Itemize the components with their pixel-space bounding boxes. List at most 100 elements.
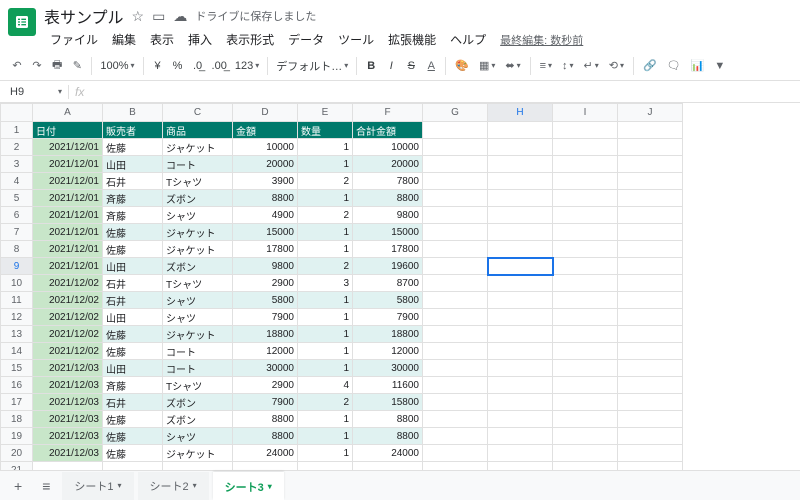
cell-C17[interactable]: ズボン	[163, 394, 233, 411]
cell-A10[interactable]: 2021/12/02	[33, 275, 103, 292]
cell-B20[interactable]: 佐藤	[103, 445, 163, 462]
cell-A5[interactable]: 2021/12/01	[33, 190, 103, 207]
cell-C10[interactable]: Tシャツ	[163, 275, 233, 292]
cell-J5[interactable]	[618, 190, 683, 207]
cell-I11[interactable]	[553, 292, 618, 309]
cell-I10[interactable]	[553, 275, 618, 292]
strike-button[interactable]: S	[402, 55, 420, 77]
cell-B6[interactable]: 斉藤	[103, 207, 163, 224]
cell-I18[interactable]	[553, 411, 618, 428]
cell-B12[interactable]: 山田	[103, 309, 163, 326]
comment-icon[interactable]: 🗨	[663, 55, 685, 77]
cell-C12[interactable]: シャツ	[163, 309, 233, 326]
cell-J4[interactable]	[618, 173, 683, 190]
cell-J1[interactable]	[618, 122, 683, 139]
cell-E2[interactable]: 1	[298, 139, 353, 156]
row-header[interactable]: 14	[1, 343, 33, 360]
cell-H2[interactable]	[488, 139, 553, 156]
cell-H11[interactable]	[488, 292, 553, 309]
cell-A2[interactable]: 2021/12/01	[33, 139, 103, 156]
sheet-tab[interactable]: シート3 ▾	[213, 472, 284, 500]
cell-A4[interactable]: 2021/12/01	[33, 173, 103, 190]
row-header[interactable]: 15	[1, 360, 33, 377]
cell-C2[interactable]: ジャケット	[163, 139, 233, 156]
italic-button[interactable]: I	[382, 55, 400, 77]
row-header[interactable]: 2	[1, 139, 33, 156]
cell-G9[interactable]	[423, 258, 488, 275]
cell-C1[interactable]: 商品	[163, 122, 233, 139]
cell-G6[interactable]	[423, 207, 488, 224]
col-header-D[interactable]: D	[233, 104, 298, 122]
cell-I6[interactable]	[553, 207, 618, 224]
cell-B19[interactable]: 佐藤	[103, 428, 163, 445]
cell-A20[interactable]: 2021/12/03	[33, 445, 103, 462]
cell-D6[interactable]: 4900	[233, 207, 298, 224]
cell-F9[interactable]: 19600	[353, 258, 423, 275]
cell-H4[interactable]	[488, 173, 553, 190]
link-icon[interactable]: 🔗	[639, 55, 661, 77]
cell-G18[interactable]	[423, 411, 488, 428]
cell-G4[interactable]	[423, 173, 488, 190]
menu-編集[interactable]: 編集	[106, 28, 142, 51]
rotate-icon[interactable]: ⟲	[605, 55, 628, 77]
cell-J2[interactable]	[618, 139, 683, 156]
cell-D20[interactable]: 24000	[233, 445, 298, 462]
row-header[interactable]: 5	[1, 190, 33, 207]
cell-E20[interactable]: 1	[298, 445, 353, 462]
cell-D12[interactable]: 7900	[233, 309, 298, 326]
menu-ファイル[interactable]: ファイル	[44, 28, 104, 51]
cell-J7[interactable]	[618, 224, 683, 241]
cell-H18[interactable]	[488, 411, 553, 428]
cell-I13[interactable]	[553, 326, 618, 343]
cell-D5[interactable]: 8800	[233, 190, 298, 207]
cell-G8[interactable]	[423, 241, 488, 258]
cell-I15[interactable]	[553, 360, 618, 377]
cell-J19[interactable]	[618, 428, 683, 445]
cell-G15[interactable]	[423, 360, 488, 377]
cell-F3[interactable]: 20000	[353, 156, 423, 173]
filter-icon[interactable]: ▼	[710, 55, 729, 77]
cell-H15[interactable]	[488, 360, 553, 377]
cell-G5[interactable]	[423, 190, 488, 207]
star-icon[interactable]: ☆	[132, 8, 145, 25]
cell-H9[interactable]	[488, 258, 553, 275]
currency-button[interactable]: ¥	[149, 55, 167, 77]
sheet-tab-dropdown-icon[interactable]: ▾	[117, 481, 121, 490]
cell-A1[interactable]: 日付	[33, 122, 103, 139]
text-color-icon[interactable]: A	[422, 55, 440, 77]
menu-表示[interactable]: 表示	[144, 28, 180, 51]
cell-A13[interactable]: 2021/12/02	[33, 326, 103, 343]
cell-B1[interactable]: 販売者	[103, 122, 163, 139]
cell-H19[interactable]	[488, 428, 553, 445]
borders-icon[interactable]: ▦	[475, 55, 499, 77]
sheet-tab[interactable]: シート1 ▾	[62, 472, 133, 500]
merge-icon[interactable]: ⬌	[501, 55, 524, 77]
col-header-C[interactable]: C	[163, 104, 233, 122]
cell-C8[interactable]: ジャケット	[163, 241, 233, 258]
cell-I9[interactable]	[553, 258, 618, 275]
cell-F14[interactable]: 12000	[353, 343, 423, 360]
cell-C15[interactable]: コート	[163, 360, 233, 377]
cell-D11[interactable]: 5800	[233, 292, 298, 309]
row-header[interactable]: 1	[1, 122, 33, 139]
cell-E10[interactable]: 3	[298, 275, 353, 292]
cell-G7[interactable]	[423, 224, 488, 241]
cell-D8[interactable]: 17800	[233, 241, 298, 258]
cell-C14[interactable]: コート	[163, 343, 233, 360]
cell-F4[interactable]: 7800	[353, 173, 423, 190]
cell-B18[interactable]: 佐藤	[103, 411, 163, 428]
cell-F5[interactable]: 8800	[353, 190, 423, 207]
row-header[interactable]: 8	[1, 241, 33, 258]
cell-D19[interactable]: 8800	[233, 428, 298, 445]
cell-D15[interactable]: 30000	[233, 360, 298, 377]
cell-J17[interactable]	[618, 394, 683, 411]
undo-icon[interactable]: ↶	[8, 55, 26, 77]
cell-A9[interactable]: 2021/12/01	[33, 258, 103, 275]
cell-H10[interactable]	[488, 275, 553, 292]
cell-H6[interactable]	[488, 207, 553, 224]
cell-D18[interactable]: 8800	[233, 411, 298, 428]
cell-A7[interactable]: 2021/12/01	[33, 224, 103, 241]
cell-H16[interactable]	[488, 377, 553, 394]
col-header-B[interactable]: B	[103, 104, 163, 122]
row-header[interactable]: 7	[1, 224, 33, 241]
